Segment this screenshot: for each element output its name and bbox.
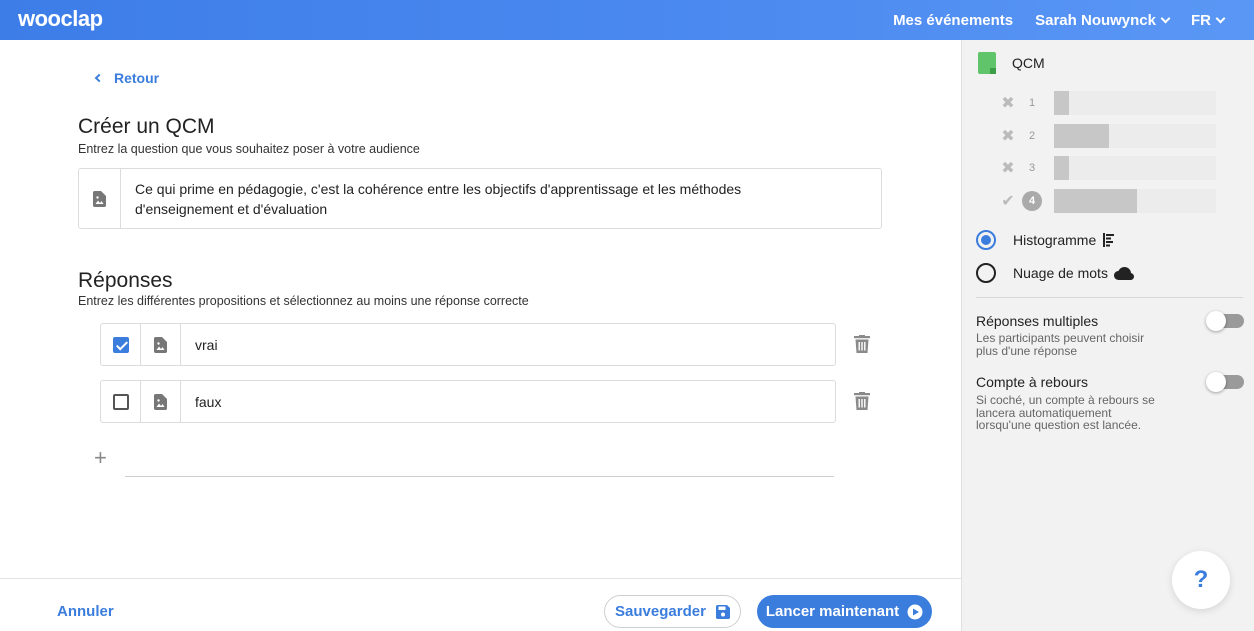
new-answer-line[interactable] [125,476,834,477]
check-icon: ✔ [1001,192,1015,210]
launch-label: Lancer maintenant [765,603,900,620]
question-text: Ce qui prime en pédagogie, c'est la cohé… [121,169,755,228]
preview-answer-number: 2 [1028,129,1036,142]
cloud-icon [1113,266,1134,280]
save-button[interactable]: Sauvegarder [604,595,741,628]
multiple-answers-description: Les participants peuvent choisir plus d'… [976,332,1186,357]
add-answer-button[interactable]: + [94,445,107,471]
cancel-button[interactable]: Annuler [57,603,114,620]
language-label: FR [1191,11,1211,29]
preview-answer-number: 3 [1028,162,1036,174]
trash-icon[interactable] [854,335,870,353]
floppy-disk-icon [715,604,730,619]
preview-bar [1054,188,1137,213]
preview-row: ✖ 1 [1000,91,1216,115]
display-option-label: Nuage de mots [1013,265,1108,281]
preview-bar [1054,123,1109,148]
save-label: Sauvegarder [615,603,706,620]
add-image-button[interactable] [141,381,181,422]
image-file-icon [154,393,167,410]
countdown-toggle[interactable] [1206,372,1244,392]
question-type-label: QCM [1012,55,1045,71]
preview-answer-number: 4 [1022,190,1042,211]
correct-checkbox-cell[interactable] [101,324,141,365]
top-nav: Mes événements Sarah Nouwynck FR [893,0,1226,40]
radio-button[interactable] [976,230,996,250]
add-image-button[interactable] [141,324,181,365]
trash-icon[interactable] [854,392,870,410]
answer-input[interactable]: faux [181,381,221,422]
preview-row: ✖ 2 [1000,123,1216,148]
description-line: plus d'une réponse [976,343,1078,358]
answers-title: Réponses [78,269,173,292]
image-file-icon [93,190,106,207]
description-line: Si coché, un compte à rebours se [976,393,1155,407]
user-menu[interactable]: Sarah Nouwynck [1035,11,1171,29]
preview-bar [1054,91,1069,115]
divider [976,297,1243,298]
editor-footer: Annuler Sauvegarder Lancer maintenant [0,578,961,631]
preview-row: ✔ 4 [1000,188,1216,213]
answer-row: faux [100,380,836,423]
preview-bar [1054,156,1069,180]
display-option-word-cloud[interactable]: Nuage de mots [976,263,1134,283]
answers-subtitle: Entrez les différentes propositions et s… [78,294,529,308]
answer-row: vrai [100,323,836,366]
display-option-histogram[interactable]: Histogramme [976,230,1116,250]
back-label: Retour [114,70,160,86]
cross-icon: ✖ [1001,160,1015,177]
page-subtitle: Entrez la question que vous souhaitez po… [78,142,420,156]
language-menu[interactable]: FR [1191,11,1226,29]
launch-now-button[interactable]: Lancer maintenant [757,595,932,628]
top-bar: wooclap Mes événements Sarah Nouwynck FR [0,0,1254,40]
correct-checkbox[interactable] [112,336,129,353]
countdown-title: Compte à rebours [976,374,1089,390]
preview-bar-track [1054,91,1216,115]
answer-input[interactable]: vrai [181,324,218,365]
radio-button[interactable] [976,263,996,283]
multiple-answers-toggle[interactable] [1206,311,1244,331]
chevron-left-icon [94,73,104,83]
image-file-icon [154,336,167,353]
cross-icon: ✖ [1001,127,1015,145]
correct-checkbox[interactable] [112,393,129,410]
question-line: Ce qui prime en pédagogie, c'est la cohé… [135,181,742,197]
wooclap-logo[interactable]: wooclap [18,6,103,32]
histogram-icon [1103,233,1115,247]
help-button[interactable]: ? [1172,551,1230,609]
cross-icon: ✖ [1001,95,1015,112]
back-link[interactable]: Retour [94,70,160,86]
correct-checkbox-cell[interactable] [101,381,141,422]
question-editor: Retour Créer un QCM Entrez la question q… [0,40,961,631]
description-line: lorsqu'une question est lancée. [976,418,1142,432]
settings-sidebar: QCM ✖ 1 ✖ 2 ✖ 3 ✔ 4 Histogramme Nuage de mots R… [961,40,1254,631]
page-title: Créer un QCM [78,115,215,138]
multiple-answers-title: Réponses multiples [976,313,1099,329]
question-input[interactable]: Ce qui prime en pédagogie, c'est la cohé… [78,168,882,229]
play-circle-icon [907,604,923,619]
mcq-document-icon [978,52,996,74]
my-events-link[interactable]: Mes événements [893,12,1013,29]
user-name: Sarah Nouwynck [1035,11,1156,29]
preview-bar-track [1054,156,1216,180]
description-line: Les participants peuvent choisir [976,331,1145,345]
chevron-down-icon [1215,13,1226,23]
countdown-description: Si coché, un compte à rebours se lancera… [976,394,1186,432]
question-line: d'enseignement et d'évaluation [135,201,328,217]
preview-answer-number: 1 [1028,97,1036,109]
add-image-button[interactable] [79,169,121,228]
chevron-down-icon [1160,13,1171,23]
preview-row: ✖ 3 [1000,156,1216,180]
display-option-label: Histogramme [1013,232,1097,248]
